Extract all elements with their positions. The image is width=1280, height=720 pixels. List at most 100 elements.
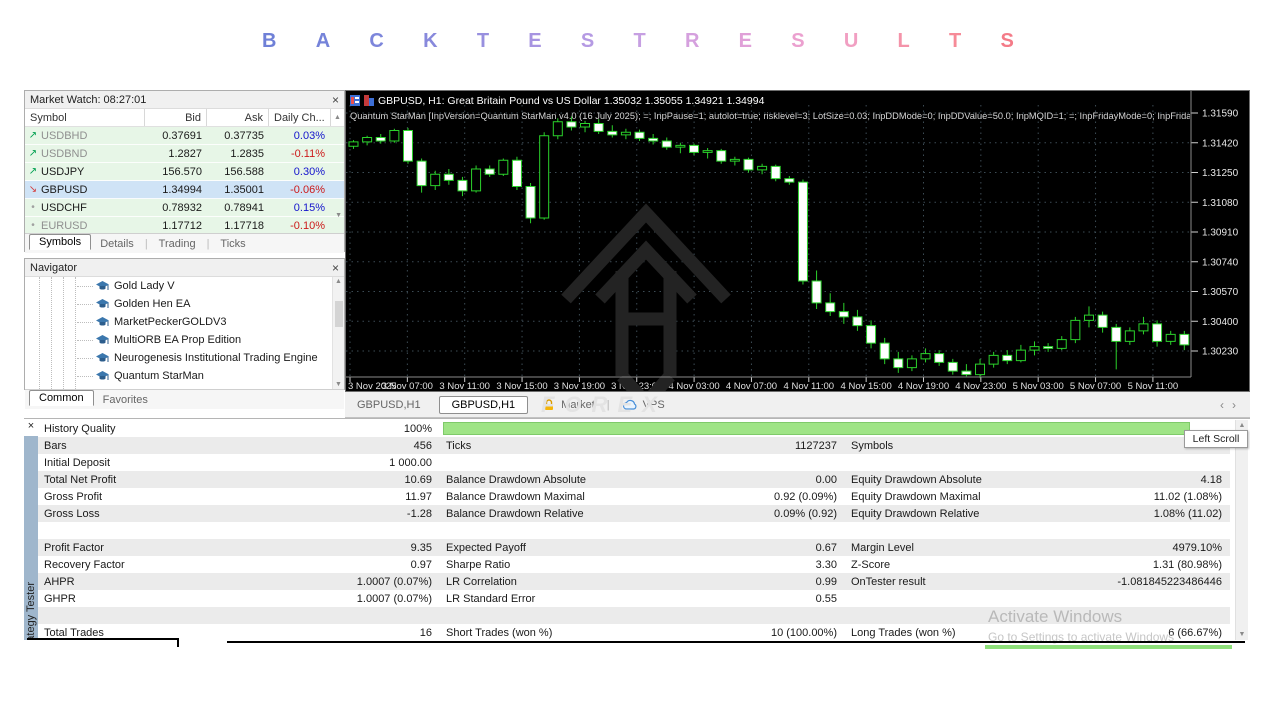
candle: [375, 137, 386, 142]
market-watch-row-usdbnd[interactable]: ↗ USDBND 1.2827 1.2835 -0.11%: [25, 145, 344, 163]
symbol-name: USDJPY: [41, 165, 85, 178]
expert-advisor-icon: [96, 298, 109, 310]
metric-label: History Quality: [44, 422, 116, 435]
close-icon[interactable]: ×: [332, 94, 339, 106]
metric-value: 3.30: [815, 558, 837, 571]
metric-value: 11.02 (1.08%): [1153, 490, 1222, 503]
navigator-item-marketpeckergoldv3[interactable]: MarketPeckerGOLDV3: [25, 313, 344, 331]
time-axis-label: 5 Nov 07:00: [1070, 381, 1121, 391]
results-cell-group: Sharpe Ratio 3.30: [440, 556, 845, 573]
tree-connector: [77, 375, 93, 377]
candle: [539, 135, 550, 219]
metric-value: 16: [419, 626, 432, 639]
column-header-bid[interactable]: Bid: [145, 109, 207, 126]
price-axis-label: 1.30570: [1202, 287, 1239, 298]
tab-scroll-arrows[interactable]: ‹›: [1220, 398, 1244, 412]
bid-value: 1.34994: [162, 183, 202, 196]
navigator-item-gold-lady-v[interactable]: Gold Lady V: [25, 277, 344, 295]
navigator-item-multiorb-ea-prop-edition[interactable]: MultiORB EA Prop Edition: [25, 331, 344, 349]
column-header-daily-change[interactable]: Daily Ch...: [269, 109, 331, 126]
metric-label: Initial Deposit: [44, 456, 111, 469]
column-header-symbol[interactable]: Symbol: [25, 109, 145, 126]
tab-details[interactable]: Details: [91, 237, 143, 251]
market-watch-row-gbpusd[interactable]: ↘ GBPUSD 1.34994 1.35001 -0.06%: [25, 181, 344, 199]
scroll-up-icon[interactable]: ▲: [331, 109, 344, 126]
daily-change-value: 0.15%: [293, 201, 325, 214]
daily-change-value: 0.30%: [293, 165, 325, 178]
results-cell-group: Bars 456: [38, 437, 440, 454]
chart-area[interactable]: 1.31590 1.31420 1.31250 1.31080 1.30910 1.307…: [345, 90, 1250, 392]
scroll-down-icon[interactable]: ▼: [335, 212, 342, 219]
results-scrollbar[interactable]: ▲ ▼: [1235, 420, 1248, 640]
close-icon[interactable]: ×: [332, 262, 339, 274]
scroll-down-icon[interactable]: ▼: [1236, 631, 1248, 638]
tree-connector: [77, 303, 93, 305]
metric-label: LR Standard Error: [446, 592, 536, 605]
title-letter: S: [1000, 30, 1014, 52]
results-cell-group: Short Trades (won %) 10 (100.00%): [440, 624, 845, 641]
results-cell-group: Balance Drawdown Maximal 0.92 (0.09%): [440, 488, 845, 505]
navigator-item-golden-hen-ea[interactable]: Golden Hen EA: [25, 295, 344, 313]
results-row: GHPR 1.0007 (0.07%) LR Standard Error 0.55: [38, 590, 1230, 607]
metric-label: Equity Drawdown Maximal: [851, 490, 981, 503]
symbol-name: USDBHD: [41, 129, 88, 142]
scroll-up-icon[interactable]: ▲: [333, 278, 344, 285]
time-axis-label: 4 Nov 07:00: [726, 381, 777, 391]
results-cell-group: OnTester result -1.081845223486446: [845, 573, 1230, 590]
candle: [1083, 314, 1094, 321]
market-watch-row-eurusd[interactable]: • EURUSD 1.17712 1.17718 -0.10%: [25, 217, 344, 233]
candle: [906, 358, 917, 369]
results-cell-group: Balance Drawdown Absolute 0.00: [440, 471, 845, 488]
tab-separator: |: [144, 237, 148, 250]
gbpusd-h1-chart[interactable]: 1.31590 1.31420 1.31250 1.31080 1.30910 1.307…: [346, 91, 1249, 391]
metric-value: -1.28: [406, 507, 432, 520]
close-icon[interactable]: ×: [24, 420, 38, 436]
price-axis-label: 1.31250: [1202, 168, 1239, 179]
metric-label: Sharpe Ratio: [446, 558, 511, 571]
expert-advisor-name: MultiORB EA Prop Edition: [114, 334, 242, 346]
navigator-scrollbar[interactable]: ▲ ▼: [332, 277, 344, 389]
candle: [866, 325, 877, 344]
column-header-ask[interactable]: Ask: [207, 109, 269, 126]
navigator-item-remstone[interactable]: Remstone: [25, 385, 344, 389]
tab-trading[interactable]: Trading: [150, 237, 205, 251]
metric-value: 0.00: [815, 473, 837, 486]
results-row: AHPR 1.0007 (0.07%) LR Correlation 0.99 OnTe…: [38, 573, 1230, 590]
metric-label: Profit Factor: [44, 541, 104, 554]
chart-tab-1[interactable]: GBPUSD,H1: [438, 395, 529, 414]
navigator-item-quantum-starman[interactable]: Quantum StarMan: [25, 367, 344, 385]
metric-value: 10.69: [404, 473, 432, 486]
strategy-tester-strip[interactable]: Strategy Tester: [24, 436, 38, 640]
expert-advisor-name: Golden Hen EA: [114, 298, 191, 310]
tab-favorites[interactable]: Favorites: [94, 393, 157, 407]
metric-label: Long Trades (won %): [851, 626, 956, 639]
title-letter: K: [423, 30, 438, 52]
chart-tab-0[interactable]: GBPUSD,H1: [345, 396, 433, 414]
candle: [1015, 349, 1026, 362]
tab-symbols[interactable]: Symbols: [29, 234, 92, 250]
candle: [593, 123, 604, 132]
scroll-up-icon[interactable]: ▲: [1236, 422, 1248, 429]
results-cell-group: Equity Drawdown Maximal 11.02 (1.08%): [845, 488, 1230, 505]
tab-ticks[interactable]: Ticks: [211, 237, 254, 251]
time-axis-label: 4 Nov 19:00: [898, 381, 949, 391]
candle: [1165, 333, 1176, 342]
metric-label: Short Trades (won %): [446, 626, 553, 639]
results-cell-group: [440, 454, 845, 471]
up-arrow-icon: ↗: [28, 166, 38, 177]
tree-connector: [77, 321, 93, 323]
results-row: Gross Profit 11.97 Balance Drawdown Maxima…: [38, 488, 1230, 505]
tab-separator: |: [206, 237, 210, 250]
candle: [402, 130, 413, 162]
chart-tab-bar: FOREX GBPUSD,H1 GBPUSD,H1 Market | VPS ‹›: [345, 392, 1250, 418]
time-axis-label: 4 Nov 23:00: [955, 381, 1006, 391]
results-cell-group: Equity Drawdown Absolute 4.18: [845, 471, 1230, 488]
tab-common[interactable]: Common: [29, 390, 94, 406]
market-watch-row-usdchf[interactable]: • USDCHF 0.78932 0.78941 0.15%: [25, 199, 344, 217]
market-watch-row-usdjpy[interactable]: ↗ USDJPY 156.570 156.588 0.30%: [25, 163, 344, 181]
navigator-item-neurogenesis-institutional-trading-engine[interactable]: Neurogenesis Institutional Trading Engin…: [25, 349, 344, 367]
scrollbar-thumb[interactable]: [335, 301, 343, 327]
up-arrow-icon: ↗: [28, 130, 38, 141]
market-watch-row-usdbhd[interactable]: ↗ USDBHD 0.37691 0.37735 0.03%: [25, 127, 344, 145]
scroll-down-icon[interactable]: ▼: [333, 381, 344, 388]
